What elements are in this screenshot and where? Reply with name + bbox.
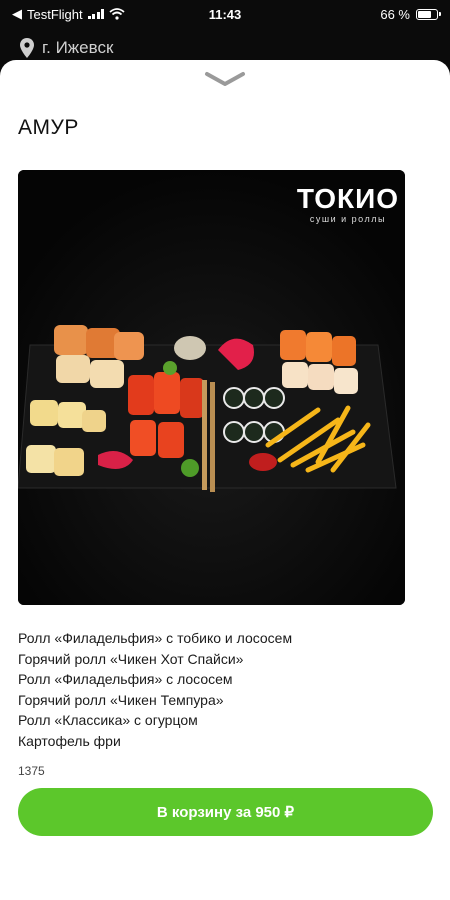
composition-item: Ролл «Филадельфия» с тобико и лососем [18,630,293,646]
status-right: 66 % [288,6,441,22]
composition-item: Ролл «Филадельфия» с лососем [18,671,233,688]
product-sheet: АМУР ТОКИО суши и роллы Ролл «Филадельфи… [0,60,450,900]
battery-percent: 66 % [380,6,410,22]
status-time: 11:43 [208,6,242,22]
brand-logo-sub: суши и роллы [309,214,386,224]
chevron-down-icon[interactable] [203,70,247,88]
screen: ◀ TestFlight 11:43 66 % г. Ижевск АМУР Т… [0,0,450,900]
back-arrow-icon[interactable]: ◀ [12,6,22,22]
composition-item: Горячий ролл «Чикен Хот Спайси» [18,650,244,667]
wifi-icon [109,8,125,20]
city-label: г. Ижевск [42,38,114,57]
brand-logo: ТОКИО суши и роллы [296,183,399,225]
product-weight: 1375 [18,764,45,778]
location-pin-icon [20,38,34,58]
carrier-label: TestFlight [27,6,83,22]
status-bar: ◀ TestFlight 11:43 66 % [0,0,450,28]
product-title: АМУР [18,116,79,139]
sushi-set-illustration [18,170,405,605]
battery-icon [416,8,441,20]
status-left: ◀ TestFlight [12,6,162,22]
composition-item: Ролл «Классика» с огурцом [18,712,198,729]
product-image: ТОКИО суши и роллы [18,170,405,605]
signal-icon [87,9,105,19]
composition-item: Горячий ролл «Чикен Темпура» [18,691,224,708]
location-selector[interactable]: г. Ижевск [20,38,113,58]
composition-item: Картофель фри [18,732,121,749]
composition-list: Ролл «Филадельфия» с тобико и лососем Го… [18,628,292,752]
brand-logo-name: ТОКИО [296,183,399,214]
add-to-cart-button[interactable]: В корзину за 950 ₽ [18,788,433,836]
